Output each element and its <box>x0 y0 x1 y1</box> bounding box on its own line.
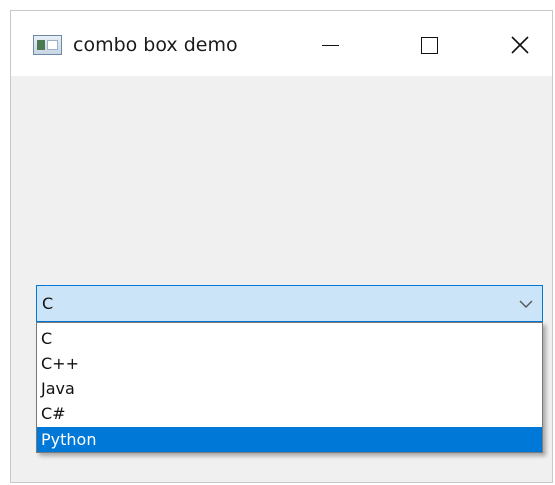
maximize-button[interactable] <box>407 25 451 65</box>
dropdown-option-java[interactable]: Java <box>37 376 542 401</box>
minimize-button[interactable] <box>308 25 352 65</box>
dropdown-option-python[interactable]: Python <box>37 427 542 452</box>
dropdown-option-csharp[interactable]: C# <box>37 401 542 426</box>
dropdown-option-c[interactable]: C <box>37 326 542 351</box>
close-icon <box>511 36 529 54</box>
app-window-icon <box>33 35 62 55</box>
combo-selected-value: C <box>42 294 54 313</box>
title-bar[interactable]: combo box demo <box>11 11 552 76</box>
app-window: combo box demo C C C++ Java C# Python <box>10 10 553 483</box>
language-combo-box[interactable]: C <box>36 285 543 322</box>
chevron-down-icon[interactable] <box>518 296 534 312</box>
combo-dropdown-list: C C++ Java C# Python <box>36 322 543 453</box>
minimize-icon <box>321 44 339 46</box>
dropdown-option-cpp[interactable]: C++ <box>37 351 542 376</box>
window-title: combo box demo <box>73 34 238 56</box>
maximize-icon <box>420 36 438 54</box>
close-button[interactable] <box>498 25 542 65</box>
